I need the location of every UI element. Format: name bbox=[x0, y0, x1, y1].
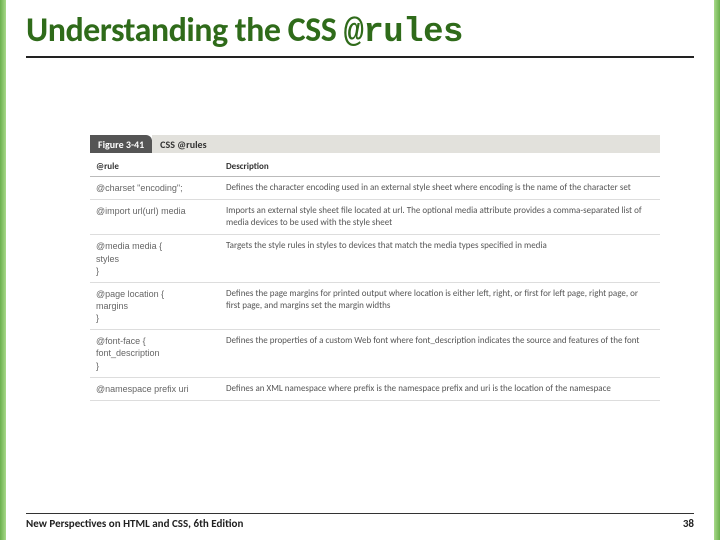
right-accent-bar bbox=[714, 0, 720, 540]
table-row: @charset "encoding"; Defines the charact… bbox=[90, 177, 660, 200]
figure-label: Figure 3-41 bbox=[90, 135, 152, 153]
cell-rule: @charset "encoding"; bbox=[90, 177, 220, 200]
cell-rule: @font-face { font_description } bbox=[90, 330, 220, 377]
title-code: @rules bbox=[343, 14, 462, 52]
cell-rule: @media media { styles } bbox=[90, 235, 220, 282]
figure-header: Figure 3-41 CSS @rules bbox=[90, 135, 660, 153]
cell-desc: Defines the properties of a custom Web f… bbox=[220, 330, 660, 377]
cell-rule: @import url(url) media bbox=[90, 200, 220, 235]
table-row: @namespace prefix uri Defines an XML nam… bbox=[90, 377, 660, 400]
table-header-row: @rule Description bbox=[90, 153, 660, 177]
figure-block: Figure 3-41 CSS @rules @rule Description… bbox=[90, 135, 660, 401]
book-title: New Perspectives on HTML and CSS, 6th Ed… bbox=[26, 517, 243, 530]
col-header-desc: Description bbox=[220, 153, 660, 177]
cell-desc: Targets the style rules in styles to dev… bbox=[220, 235, 660, 282]
col-header-rule: @rule bbox=[90, 153, 220, 177]
left-accent-bar bbox=[0, 0, 6, 540]
slide-title-block: Understanding the CSS @rules bbox=[26, 10, 694, 58]
slide-footer: New Perspectives on HTML and CSS, 6th Ed… bbox=[26, 513, 694, 530]
cell-rule: @page location { margins } bbox=[90, 282, 220, 329]
cell-desc: Imports an external style sheet file loc… bbox=[220, 200, 660, 235]
cell-desc: Defines an XML namespace where prefix is… bbox=[220, 377, 660, 400]
cell-desc: Defines the character encoding used in a… bbox=[220, 177, 660, 200]
page-number: 38 bbox=[683, 517, 694, 530]
table-row: @media media { styles } Targets the styl… bbox=[90, 235, 660, 282]
rules-table: @rule Description @charset "encoding"; D… bbox=[90, 153, 660, 401]
page-title: Understanding the CSS @rules bbox=[26, 10, 694, 52]
table-row: @page location { margins } Defines the p… bbox=[90, 282, 660, 329]
figure-caption: CSS @rules bbox=[152, 135, 660, 153]
title-text: Understanding the CSS bbox=[26, 10, 343, 51]
cell-desc: Defines the page margins for printed out… bbox=[220, 282, 660, 329]
table-row: @import url(url) media Imports an extern… bbox=[90, 200, 660, 235]
table-row: @font-face { font_description } Defines … bbox=[90, 330, 660, 377]
cell-rule: @namespace prefix uri bbox=[90, 377, 220, 400]
